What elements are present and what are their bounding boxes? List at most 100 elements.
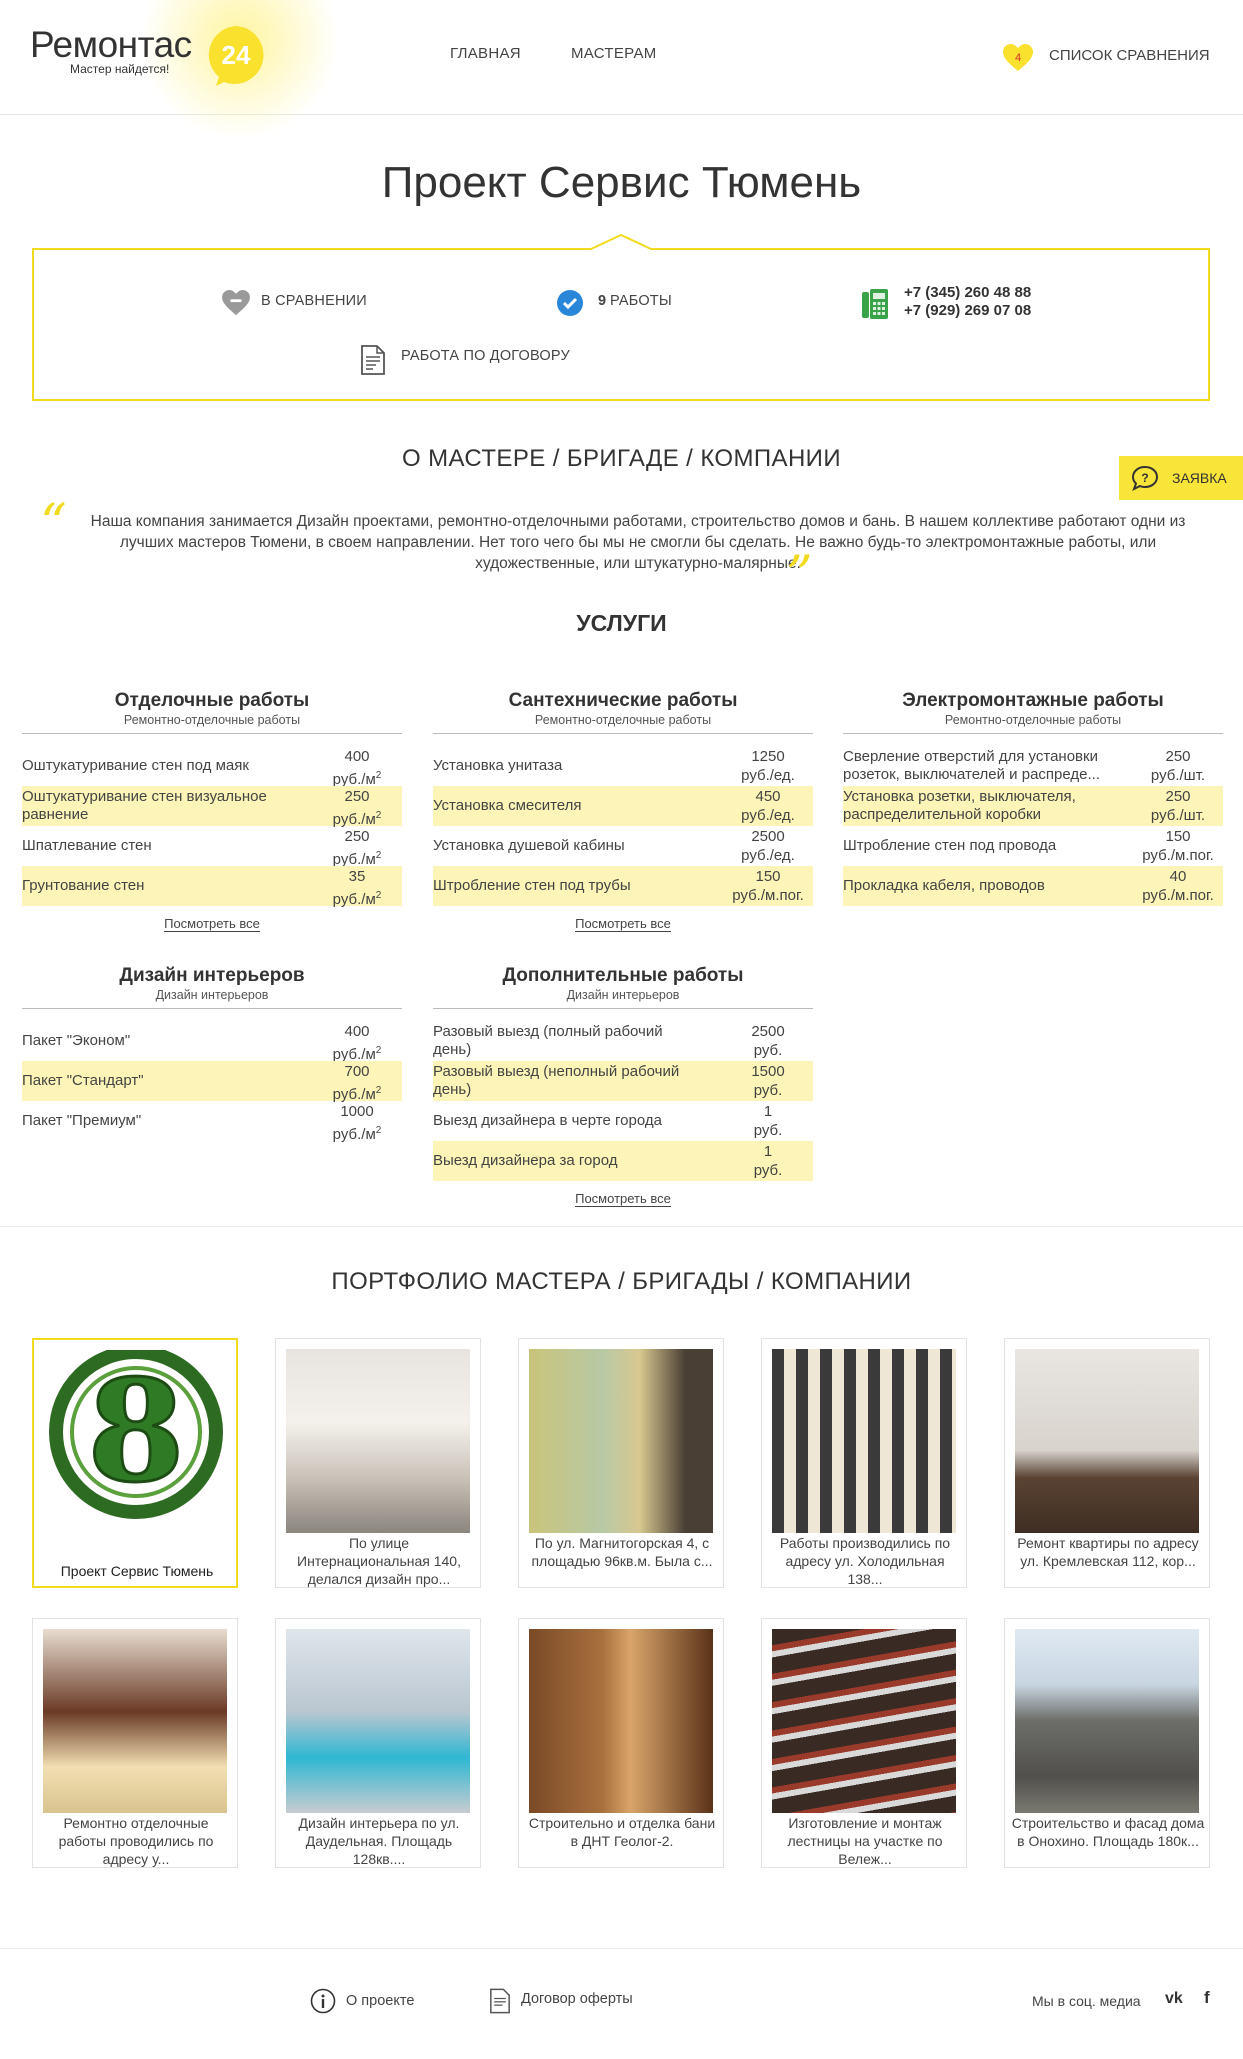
price-value: 1 xyxy=(763,1103,773,1120)
about-heading: О МАСТЕРЕ / БРИГАДЕ / КОМПАНИИ xyxy=(402,445,841,472)
portfolio-item[interactable]: Дизайн интерьера по ул. Даудельная. Площ… xyxy=(275,1618,481,1868)
portfolio-item[interactable]: Строительно и отделка бани в ДНТ Геолог-… xyxy=(518,1618,724,1868)
portfolio-item[interactable]: Работы производились по адресу ул. Холод… xyxy=(761,1338,967,1588)
price-unit-power: 2 xyxy=(375,890,382,901)
portfolio-item[interactable]: Ремонтно отделочные работы проводились п… xyxy=(32,1618,238,1868)
price-unit-power: 2 xyxy=(375,1125,382,1136)
service-row: Грунтование стен 35 руб./м2 xyxy=(22,866,402,909)
service-price: 250 руб./м2 xyxy=(312,827,402,869)
site-logo[interactable]: Ремонтас Мастер найдется! 24 xyxy=(30,24,270,94)
service-price: 35 руб./м2 xyxy=(312,867,402,909)
price-value: 400 xyxy=(344,748,370,765)
social-media-label: Мы в соц. медиа xyxy=(1032,1993,1141,2009)
price-value: 1250 xyxy=(751,748,785,765)
portfolio-photo xyxy=(529,1629,713,1813)
see-all-link[interactable]: Посмотреть все xyxy=(575,1191,671,1207)
price-value: 1 xyxy=(763,1143,773,1160)
portfolio-caption: Строительство и фасад дома в Онохино. Пл… xyxy=(1011,1815,1205,1849)
service-price: 400 руб./м2 xyxy=(312,1022,402,1064)
company-logo: 8 xyxy=(44,1350,228,1534)
heart-minus-icon xyxy=(222,290,250,316)
request-button-label: ЗАЯВКА xyxy=(1172,470,1227,486)
compare-list-link[interactable]: 4 СПИСОК СРАВНЕНИЯ xyxy=(1003,42,1218,72)
service-card: Дополнительные работы Дизайн интерьеров Ра… xyxy=(433,965,813,1207)
in-compare-label: В СРАВНЕНИИ xyxy=(261,293,367,309)
site-header: Ремонтас Мастер найдется! 24 ГЛАВНАЯ МАС… xyxy=(0,0,1243,140)
service-card-subtitle: Ремонтно-отделочные работы xyxy=(22,712,402,734)
service-card-title: Электромонтажные работы xyxy=(902,690,1164,711)
service-card: Электромонтажные работы Ремонтно-отделочн… xyxy=(843,690,1223,906)
works-count-value: 9 xyxy=(598,293,607,309)
about-project-label: О проекте xyxy=(346,1993,415,2009)
price-unit: руб./ед. xyxy=(741,807,795,824)
nav-home[interactable]: ГЛАВНАЯ xyxy=(450,45,521,62)
price-value: 40 xyxy=(1169,868,1187,885)
service-name: Штробление стен под провода xyxy=(843,837,1057,854)
service-name: Пакет "Стандарт" xyxy=(22,1072,144,1089)
offer-label: Договор оферты xyxy=(521,1991,633,2007)
service-card-subtitle: Ремонтно-отделочные работы xyxy=(843,712,1223,734)
request-button[interactable]: ? ЗАЯВКА xyxy=(1119,456,1243,500)
portfolio-item[interactable]: Строительство и фасад дома в Онохино. Пл… xyxy=(1004,1618,1210,1868)
price-value: 1500 xyxy=(751,1063,785,1080)
price-unit: руб. xyxy=(753,1162,783,1179)
phone-1[interactable]: +7 (345) 260 48 88 xyxy=(904,284,1031,302)
phone-2[interactable]: +7 (929) 269 07 08 xyxy=(904,302,1031,320)
portfolio-item[interactable]: По ул. Магнитогорская 4, с площадью 96кв… xyxy=(518,1338,724,1588)
see-all-link[interactable]: Посмотреть все xyxy=(575,916,671,932)
service-row: Разовый выезд (неполный рабочий день) 150… xyxy=(433,1061,813,1101)
portfolio-company-card[interactable]: 8 Проект Сервис Тюмень xyxy=(32,1338,238,1588)
price-unit: руб./ед. xyxy=(741,767,795,784)
facebook-icon[interactable]: f xyxy=(1204,1988,1210,2008)
portfolio-item[interactable]: Ремонт квартиры по адресу ул. Кремлевска… xyxy=(1004,1338,1210,1588)
works-count-label: РАБОТЫ xyxy=(610,293,672,309)
service-card-subtitle: Ремонтно-отделочные работы xyxy=(433,712,813,734)
price-unit-power: 2 xyxy=(375,1085,382,1096)
service-name: Установка душевой кабины xyxy=(433,837,625,854)
nav-masters[interactable]: МАСТЕРАМ xyxy=(571,45,657,62)
logo-badge-icon: 24 xyxy=(208,26,264,86)
price-unit: руб./м.пог. xyxy=(1142,847,1214,864)
price-value: 150 xyxy=(755,868,781,885)
offer-link[interactable]: Договор оферты xyxy=(490,1988,650,2014)
service-card-subtitle: Дизайн интерьеров xyxy=(433,987,813,1009)
portfolio-caption: Работы производились по адресу ул. Холод… xyxy=(779,1535,951,1587)
see-all-link[interactable]: Посмотреть все xyxy=(164,916,260,932)
vk-icon[interactable]: vk xyxy=(1165,1990,1183,2008)
contract-work: РАБОТА ПО ДОГОВОРУ xyxy=(361,345,601,375)
service-row: Установка смесителя 450 руб./ед. xyxy=(433,786,813,826)
service-name: Разовый выезд (полный рабочий день) xyxy=(433,1023,663,1058)
footer-divider xyxy=(0,1948,1243,1949)
price-value: 2500 xyxy=(751,828,785,845)
in-compare-status[interactable]: В СРАВНЕНИИ xyxy=(222,290,402,318)
svg-text:4: 4 xyxy=(1015,52,1021,64)
service-name: Прокладка кабеля, проводов xyxy=(843,877,1045,894)
service-row: Прокладка кабеля, проводов 40 руб./м.пог. xyxy=(843,866,1223,906)
service-row: Оштукатуривание стен визуальное равнение… xyxy=(22,786,402,828)
about-project-link[interactable]: О проекте xyxy=(310,1988,430,2016)
portfolio-photo xyxy=(286,1349,470,1533)
portfolio-heading: ПОРТФОЛИО МАСТЕРА / БРИГАДЫ / КОМПАНИИ xyxy=(331,1268,912,1295)
service-name: Шпатлевание стен xyxy=(22,837,152,854)
service-price: 450 руб./ед. xyxy=(723,787,813,825)
portfolio-item[interactable]: По улице Интернациональная 140, делался … xyxy=(275,1338,481,1588)
price-value: 150 xyxy=(1165,828,1191,845)
section-divider xyxy=(0,1226,1243,1227)
service-row: Пакет "Эконом" 400 руб./м2 xyxy=(22,1021,402,1064)
quote-close-mark: ” xyxy=(786,546,813,606)
portfolio-item[interactable]: Изготовление и монтаж лестницы на участк… xyxy=(761,1618,967,1868)
price-unit: руб./м xyxy=(332,1126,376,1143)
svg-text:8: 8 xyxy=(87,1350,184,1514)
price-unit-power: 2 xyxy=(375,850,382,861)
services-heading: УСЛУГИ xyxy=(576,610,667,636)
service-card-title: Дизайн интерьеров xyxy=(119,965,305,986)
service-price: 2500 руб./ед. xyxy=(723,827,813,865)
service-price: 700 руб./м2 xyxy=(312,1062,402,1104)
price-value: 250 xyxy=(1165,788,1191,805)
works-count[interactable]: 9 РАБОТЫ xyxy=(557,290,717,318)
portfolio-caption: Строительно и отделка бани в ДНТ Геолог-… xyxy=(528,1815,716,1849)
service-card: Дизайн интерьеров Дизайн интерьеров Пакет … xyxy=(22,965,402,1143)
service-row: Сверление отверстий для установки розето… xyxy=(843,746,1223,786)
portfolio-photo xyxy=(772,1349,956,1533)
price-unit: руб./ед. xyxy=(741,847,795,864)
